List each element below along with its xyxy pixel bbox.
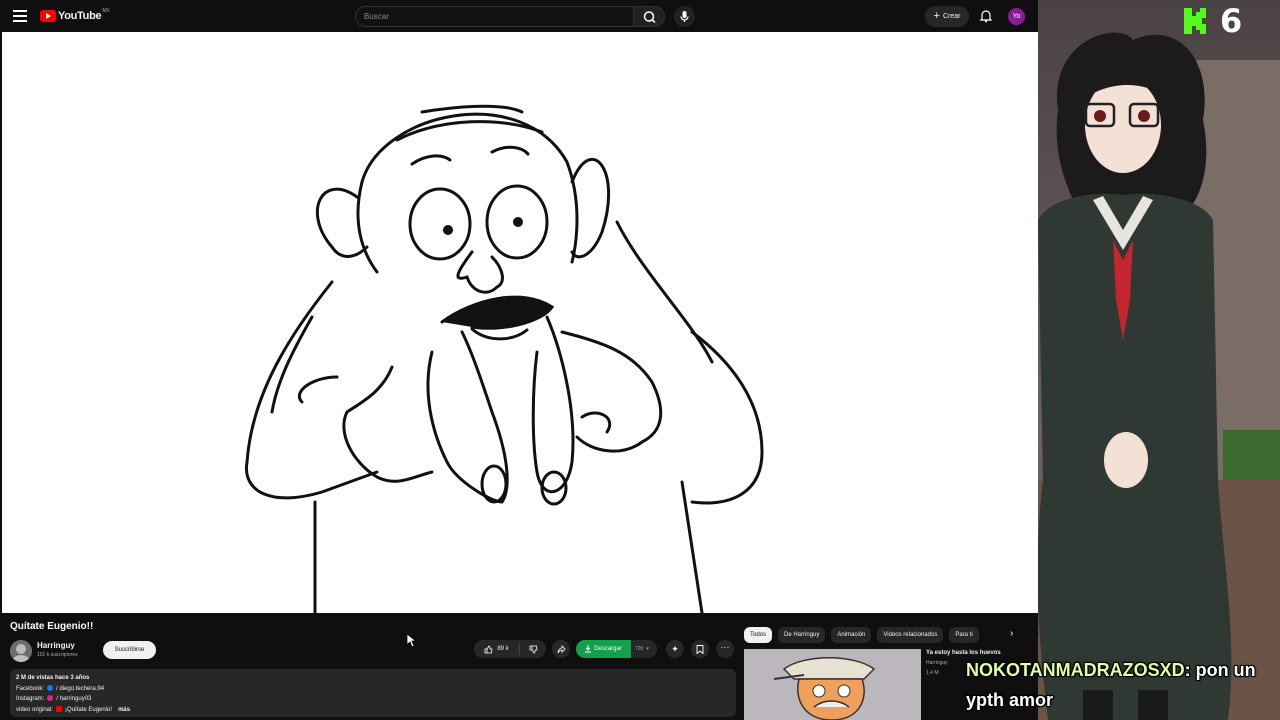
thumbs-up-icon (484, 645, 493, 653)
more-dots-icon: ··· (720, 642, 730, 652)
instagram-icon (47, 695, 54, 702)
video-player[interactable] (2, 32, 1038, 613)
facebook-line: Facebook: / diego.techera.94 (16, 684, 730, 695)
chevron-right-icon[interactable]: › (1010, 628, 1013, 639)
download-main[interactable]: Descargar (576, 640, 631, 658)
download-quality[interactable]: 720 (631, 646, 643, 652)
create-label: Crear (942, 13, 961, 20)
subscriber-count: 101 k suscriptores (37, 652, 78, 658)
like-button[interactable]: 89 k (474, 643, 520, 655)
instagram-line: Instagram: / harringuy03 (16, 694, 730, 705)
show-more-link[interactable]: más (118, 707, 130, 713)
search-icon (643, 11, 656, 24)
download-label: Descargar (594, 646, 622, 652)
download-button[interactable]: Descargar 720 ▾ (576, 640, 657, 658)
share-icon (557, 644, 566, 653)
related-thumbnail[interactable] (744, 649, 921, 720)
ask-ai-button[interactable]: ✦ (666, 640, 684, 658)
kick-k-icon (1184, 8, 1206, 34)
microphone-icon (680, 11, 689, 22)
bookmark-icon (696, 644, 704, 654)
channel-name[interactable]: Harringuy (37, 641, 75, 650)
view-stats: 2 M de vistas hace 3 años (16, 675, 90, 681)
cartoon-thumbnail (744, 649, 921, 720)
instagram-link[interactable]: / harringuy03 (56, 696, 91, 702)
like-dislike-group: 89 k (474, 640, 546, 658)
video-title: Quítate Eugenio!! (10, 621, 94, 632)
notifications-bell-icon[interactable] (979, 9, 993, 23)
save-button[interactable] (691, 640, 709, 658)
channel-avatar[interactable] (10, 640, 32, 662)
description-box[interactable]: 2 M de vistas hace 3 años Facebook: / die… (10, 669, 736, 717)
facebook-link[interactable]: / diego.techera.94 (56, 686, 104, 692)
instagram-label: Instagram: (16, 696, 45, 702)
search-input[interactable]: Buscar (355, 6, 633, 27)
youtube-play-icon (40, 10, 56, 22)
original-video-link[interactable]: ¡Quítate Eugenio! (65, 707, 112, 713)
voice-search-button[interactable] (674, 6, 695, 27)
youtube-header: YouTube MX Buscar + Crear Yo (0, 0, 1038, 32)
chat-message: NOKOTANMADRAZOSXD: pon un ypth amor (966, 655, 1280, 715)
like-count: 89 k (497, 646, 509, 652)
hamburger-menu-icon[interactable] (13, 10, 27, 22)
original-label: video original: (16, 706, 54, 713)
chip-for-you[interactable]: Para ti (949, 627, 979, 643)
account-avatar[interactable]: Yo (1008, 8, 1025, 25)
youtube-logo[interactable]: YouTube MX (40, 8, 110, 22)
chip-related[interactable]: Videos relacionados (877, 627, 944, 643)
subscribe-button[interactable]: Suscribirse (103, 641, 156, 659)
channel-avatar-image (10, 640, 32, 662)
chip-animation[interactable]: Animación (831, 627, 872, 643)
dislike-button[interactable] (520, 645, 546, 654)
vtuber-avatar (1038, 32, 1280, 720)
viewer-counter: 6 (1220, 2, 1243, 40)
chip-from-channel[interactable]: De Harringuy (778, 627, 826, 643)
screen: YouTube MX Buscar + Crear Yo Quítate Eug… (0, 0, 1280, 720)
sparkle-icon: ✦ (671, 643, 679, 654)
more-actions-button[interactable]: ··· (716, 640, 734, 658)
create-button[interactable]: + Crear (925, 6, 969, 27)
share-button[interactable] (552, 640, 570, 658)
video-info: Quítate Eugenio!! Harringuy 101 k suscri… (0, 613, 740, 720)
logo-text: YouTube (58, 10, 102, 22)
download-icon (585, 645, 592, 653)
cartoon-video-frame (244, 104, 764, 613)
thumbs-down-icon (529, 645, 537, 653)
streamer-overlay (1038, 0, 1280, 720)
chip-all[interactable]: Todos (744, 627, 773, 643)
search-button[interactable] (633, 6, 665, 27)
facebook-label: Facebook: (16, 685, 45, 692)
original-video-line: video original: ¡Quítate Eugenio! más (16, 705, 730, 716)
filter-chips: Todos De Harringuy Animación Videos rela… (744, 627, 979, 643)
logo-region: MX (102, 8, 110, 14)
chat-username: NOKOTANMADRAZOSXD (966, 660, 1185, 680)
mouse-cursor-icon (407, 634, 417, 648)
related-views: 1,4 M (926, 670, 939, 676)
plus-icon: + (933, 10, 940, 22)
youtube-small-icon (56, 705, 63, 712)
chevron-down-icon: ▾ (646, 646, 649, 652)
facebook-icon (47, 684, 54, 691)
related-channel: Harringuy (926, 660, 948, 666)
